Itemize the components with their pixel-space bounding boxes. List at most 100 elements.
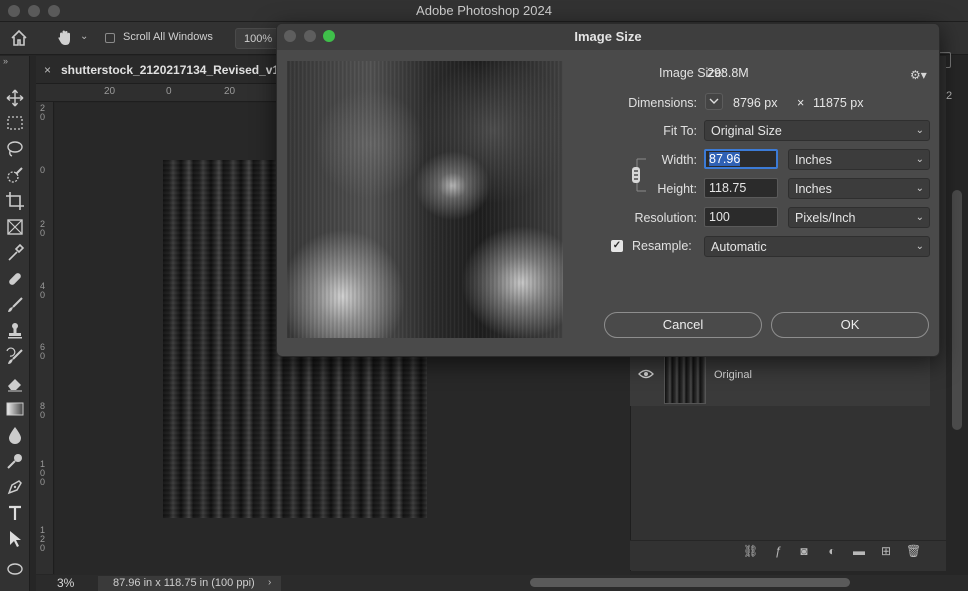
move-tool-icon[interactable] xyxy=(5,88,25,108)
horizontal-scrollbar[interactable] xyxy=(530,578,850,587)
lasso-tool-icon[interactable] xyxy=(5,139,25,159)
app-title: Adobe Photoshop 2024 xyxy=(416,3,552,18)
ruler-label: 0 xyxy=(40,165,46,175)
dimensions-width-value: 8796 px xyxy=(733,96,778,110)
resolution-input[interactable]: 100 xyxy=(704,207,778,227)
width-unit-select[interactable]: Inches ⌄ xyxy=(788,149,930,170)
image-preview[interactable] xyxy=(287,61,563,338)
resample-select[interactable]: Automatic ⌄ xyxy=(704,236,930,257)
path-selection-tool-icon[interactable] xyxy=(5,529,25,549)
dimensions-dropdown[interactable] xyxy=(705,93,723,110)
ruler-label: 0 xyxy=(166,86,172,97)
document-info[interactable]: 87.96 in x 118.75 in (100 ppi) xyxy=(98,576,281,591)
crop-tool-icon[interactable] xyxy=(5,191,25,211)
resolution-label: Resolution: xyxy=(634,211,697,225)
height-unit-value: Inches xyxy=(795,182,832,196)
hand-tool-icon[interactable] xyxy=(54,28,76,48)
height-unit-select[interactable]: Inches ⌄ xyxy=(788,178,930,199)
home-icon[interactable] xyxy=(8,28,30,48)
eyedropper-tool-icon[interactable] xyxy=(5,243,25,263)
chevron-down-icon: ⌄ xyxy=(915,125,924,136)
gradient-tool-icon[interactable] xyxy=(5,399,25,419)
dodge-tool-icon[interactable] xyxy=(5,451,25,471)
constrain-proportions-link-icon[interactable] xyxy=(626,157,648,193)
panel-number: 2 xyxy=(946,90,953,102)
fit-to-value: Original Size xyxy=(711,124,782,138)
dimensions-label: Dimensions: xyxy=(628,96,697,110)
vertical-scrollbar[interactable] xyxy=(952,190,962,430)
scroll-all-windows-label: Scroll All Windows xyxy=(123,31,213,43)
height-input[interactable]: 118.75 xyxy=(704,178,778,198)
eraser-tool-icon[interactable] xyxy=(5,373,25,393)
add-mask-icon[interactable]: ◙ xyxy=(797,544,811,558)
hand-tool-dropdown-chevron-icon[interactable]: ⌄ xyxy=(80,31,88,42)
collapse-panel-icon[interactable]: » xyxy=(3,56,8,66)
fx-icon[interactable]: ƒ xyxy=(771,544,785,558)
resample-label: Resample: xyxy=(632,239,692,253)
resolution-unit-select[interactable]: Pixels/Inch ⌄ xyxy=(788,207,930,228)
scroll-all-windows-checkbox[interactable] xyxy=(105,33,115,43)
width-input[interactable]: 87.96 xyxy=(704,149,778,169)
fit-to-select[interactable]: Original Size ⌄ xyxy=(704,120,930,141)
trash-icon[interactable]: 🗑 xyxy=(906,544,921,558)
image-size-value: 298.8M xyxy=(707,66,749,80)
zoom-level-field[interactable]: 100% xyxy=(235,28,279,49)
clone-stamp-tool-icon[interactable] xyxy=(5,321,25,341)
ok-button[interactable]: OK xyxy=(771,312,929,338)
chevron-down-icon: ⌄ xyxy=(915,212,924,223)
ruler-label: 20 xyxy=(104,86,116,97)
blur-tool-icon[interactable] xyxy=(5,425,25,445)
resolution-value: 100 xyxy=(709,210,730,224)
image-size-dialog: Image Size Image Size: 298.8M ⚙▾ Dimensi… xyxy=(276,23,940,357)
chevron-right-icon[interactable]: › xyxy=(268,577,271,588)
layer-thumbnail[interactable] xyxy=(664,352,706,404)
height-value: 118.75 xyxy=(709,181,747,195)
ruler-label: 1 0 0 xyxy=(40,459,46,487)
dialog-titlebar: Image Size xyxy=(277,24,939,50)
frame-tool-icon[interactable] xyxy=(5,217,25,237)
quick-selection-tool-icon[interactable] xyxy=(5,165,25,185)
fit-to-label: Fit To: xyxy=(663,124,697,138)
resample-value: Automatic xyxy=(711,240,767,254)
pen-tool-icon[interactable] xyxy=(5,477,25,497)
chevron-down-icon: ⌄ xyxy=(915,241,924,252)
shape-tool-icon[interactable] xyxy=(5,555,25,575)
close-tab-icon[interactable]: × xyxy=(44,63,51,77)
link-layers-icon[interactable]: ⛓ xyxy=(743,544,758,558)
vertical-ruler: 2 0 0 2 0 4 0 6 0 8 0 1 0 0 1 2 0 xyxy=(36,102,54,574)
healing-brush-tool-icon[interactable] xyxy=(5,269,25,289)
height-label: Height: xyxy=(657,182,697,196)
ruler-label: 4 0 xyxy=(40,281,46,300)
adjustment-layer-icon[interactable]: ◐ xyxy=(825,544,839,558)
layer-name[interactable]: Original xyxy=(714,369,752,381)
gear-icon[interactable]: ⚙▾ xyxy=(910,68,927,82)
dialog-title: Image Size xyxy=(574,29,642,44)
width-unit-value: Inches xyxy=(795,153,832,167)
ruler-label: 2 0 xyxy=(40,103,46,122)
chevron-down-icon: ⌄ xyxy=(915,183,924,194)
resolution-unit-value: Pixels/Inch xyxy=(795,211,856,225)
history-brush-tool-icon[interactable] xyxy=(5,347,25,367)
tools-panel: » xyxy=(0,56,30,591)
ruler-label: 2 0 xyxy=(40,219,46,238)
chevron-down-icon xyxy=(709,98,719,104)
eye-icon[interactable] xyxy=(638,368,654,380)
ruler-label: 6 0 xyxy=(40,342,46,361)
dimensions-times: × xyxy=(797,96,805,110)
status-zoom[interactable]: 3% xyxy=(57,576,74,590)
width-label: Width: xyxy=(661,153,697,167)
layers-footer xyxy=(630,540,946,570)
document-tab-name[interactable]: shutterstock_2120217134_Revised_v1 xyxy=(61,63,279,77)
ruler-label: 20 xyxy=(224,86,236,97)
chevron-down-icon: ⌄ xyxy=(915,154,924,165)
brush-tool-icon[interactable] xyxy=(5,295,25,315)
new-group-icon[interactable]: ▬ xyxy=(852,544,866,558)
marquee-tool-icon[interactable] xyxy=(5,113,25,133)
ruler-label: 8 0 xyxy=(40,401,46,420)
title-bar: Adobe Photoshop 2024 xyxy=(0,0,968,22)
dimensions-height-value: 11875 px xyxy=(813,96,864,110)
type-tool-icon[interactable] xyxy=(5,503,25,523)
new-layer-icon[interactable]: ⊞ xyxy=(879,544,893,558)
cancel-button[interactable]: Cancel xyxy=(604,312,762,338)
resample-checkbox[interactable]: ✓ xyxy=(611,240,623,252)
